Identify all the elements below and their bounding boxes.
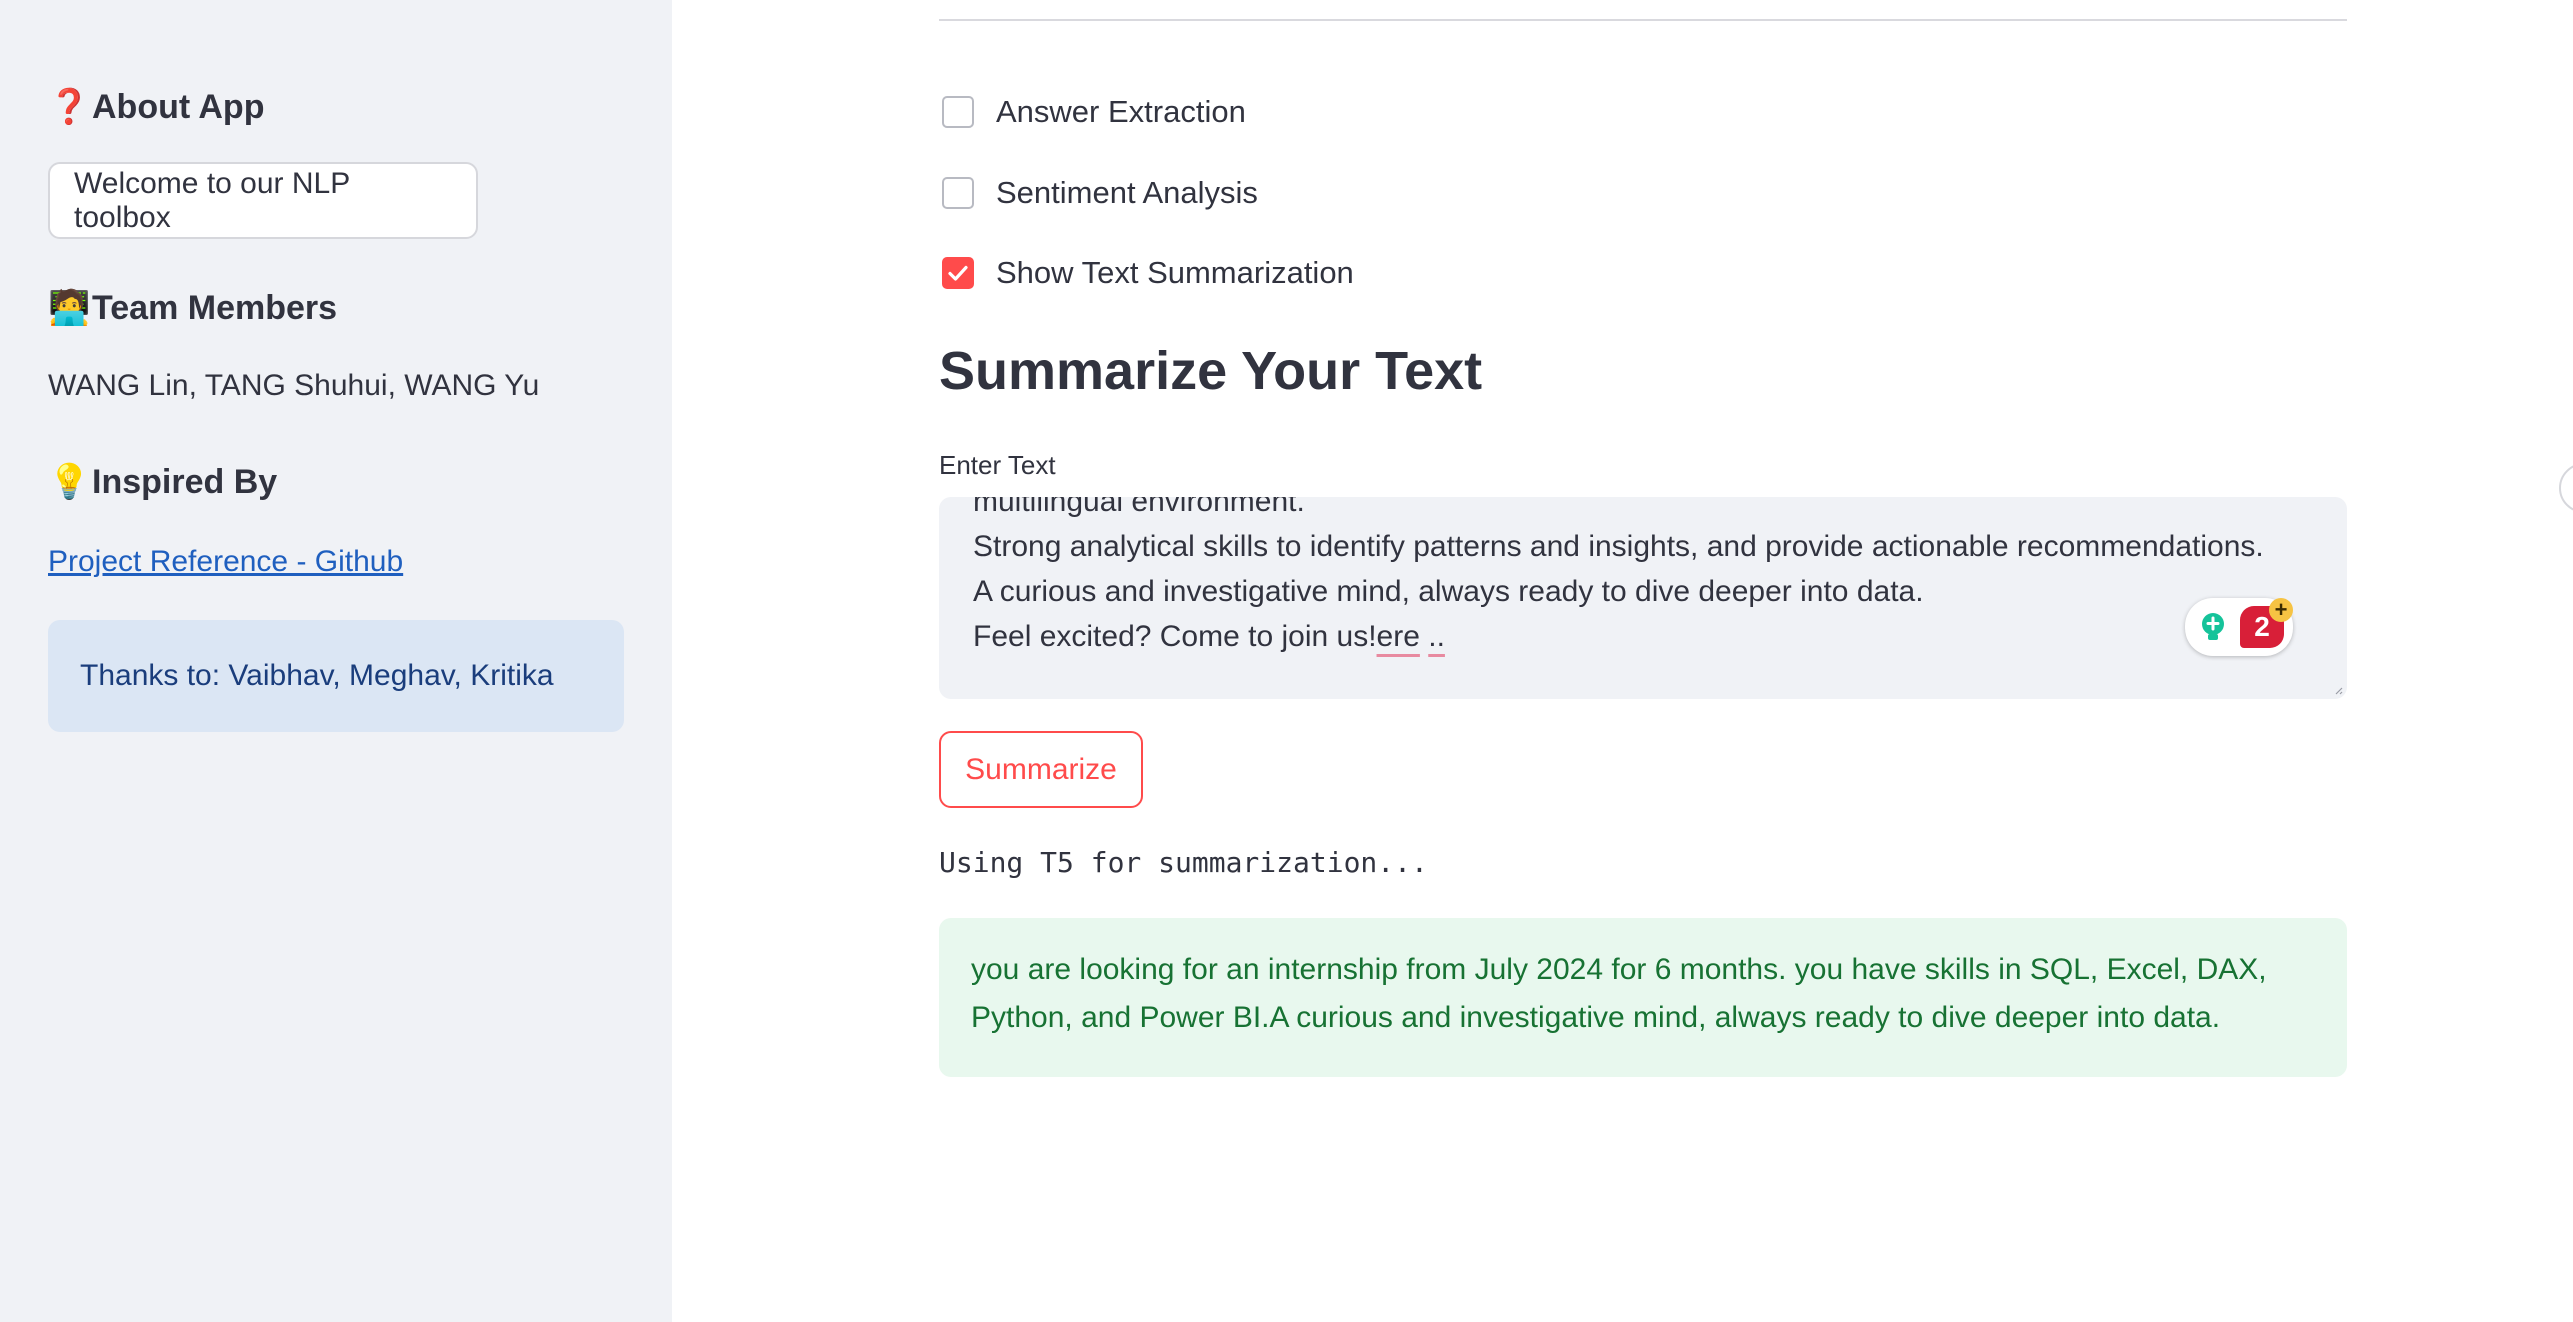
scroll-edge-button[interactable] bbox=[2559, 463, 2573, 513]
welcome-button[interactable]: Welcome to our NLP toolbox bbox=[48, 162, 478, 239]
textarea-line: multilingual environment. bbox=[973, 497, 1305, 518]
checkbox-box[interactable] bbox=[942, 96, 974, 128]
grammar-assistant-widget[interactable]: 2 + bbox=[2185, 598, 2293, 656]
sidebar: ❓ About App Welcome to our NLP toolbox 🧑… bbox=[0, 0, 672, 1322]
thanks-info-box: Thanks to: Vaibhav, Meghav, Kritika bbox=[48, 620, 624, 732]
textarea-line: Strong analytical skills to identify pat… bbox=[973, 530, 2264, 563]
inspired-by-title: Inspired By bbox=[92, 463, 278, 501]
textarea-line: Feel excited? Come to join us!ere .. bbox=[973, 614, 2264, 659]
status-text: Using T5 for summarization... bbox=[939, 846, 1428, 879]
checkbox-answer-extraction[interactable]: Answer Extraction bbox=[942, 94, 1246, 130]
team-members-title: Team Members bbox=[92, 289, 338, 327]
checkmark-icon bbox=[948, 265, 968, 281]
textarea-line: A curious and investigative mind, always… bbox=[973, 575, 1924, 608]
resize-handle-icon[interactable] bbox=[2333, 685, 2343, 695]
project-reference-link[interactable]: Project Reference - Github bbox=[48, 545, 403, 579]
inspired-by-heading: 💡 Inspired By bbox=[48, 465, 277, 499]
checkbox-box-checked[interactable] bbox=[942, 257, 974, 289]
checkbox-sentiment-analysis[interactable]: Sentiment Analysis bbox=[942, 175, 1258, 211]
misspelled-word[interactable]: .. bbox=[1428, 620, 1445, 653]
checkbox-label: Answer Extraction bbox=[996, 94, 1246, 129]
thanks-text: Thanks to: Vaibhav, Meghav, Kritika bbox=[80, 659, 554, 692]
technologist-icon: 🧑‍💻 bbox=[48, 289, 91, 327]
plus-icon: + bbox=[2269, 598, 2293, 622]
checkbox-label: Sentiment Analysis bbox=[996, 175, 1258, 210]
text-input-area[interactable]: multilingual environment. Strong analyti… bbox=[939, 497, 2347, 699]
about-app-heading: ❓ About App bbox=[48, 90, 264, 124]
textarea-line-text: Feel excited? Come to join us! bbox=[973, 620, 1377, 653]
summarize-button[interactable]: Summarize bbox=[939, 731, 1143, 808]
bulb-icon bbox=[2195, 609, 2231, 645]
light-bulb-icon: 💡 bbox=[48, 463, 91, 501]
checkbox-show-text-summarization[interactable]: Show Text Summarization bbox=[942, 255, 1354, 291]
team-members-heading: 🧑‍💻 Team Members bbox=[48, 291, 337, 325]
page-title: Summarize Your Text bbox=[939, 341, 1483, 401]
about-app-title: About App bbox=[92, 88, 265, 126]
checkbox-box[interactable] bbox=[942, 177, 974, 209]
textarea-content[interactable]: multilingual environment. Strong analyti… bbox=[973, 497, 2264, 659]
checkbox-label: Show Text Summarization bbox=[996, 255, 1354, 290]
team-members-text: WANG Lin, TANG Shuhui, WANG Yu bbox=[48, 369, 540, 402]
summary-result-text: you are looking for an internship from J… bbox=[971, 953, 2267, 1034]
question-mark-icon: ❓ bbox=[48, 88, 91, 126]
divider bbox=[939, 19, 2347, 21]
summary-result-box: you are looking for an internship from J… bbox=[939, 918, 2347, 1077]
misspelled-word[interactable]: ere bbox=[1377, 620, 1420, 653]
text-input-label: Enter Text bbox=[939, 450, 1056, 480]
